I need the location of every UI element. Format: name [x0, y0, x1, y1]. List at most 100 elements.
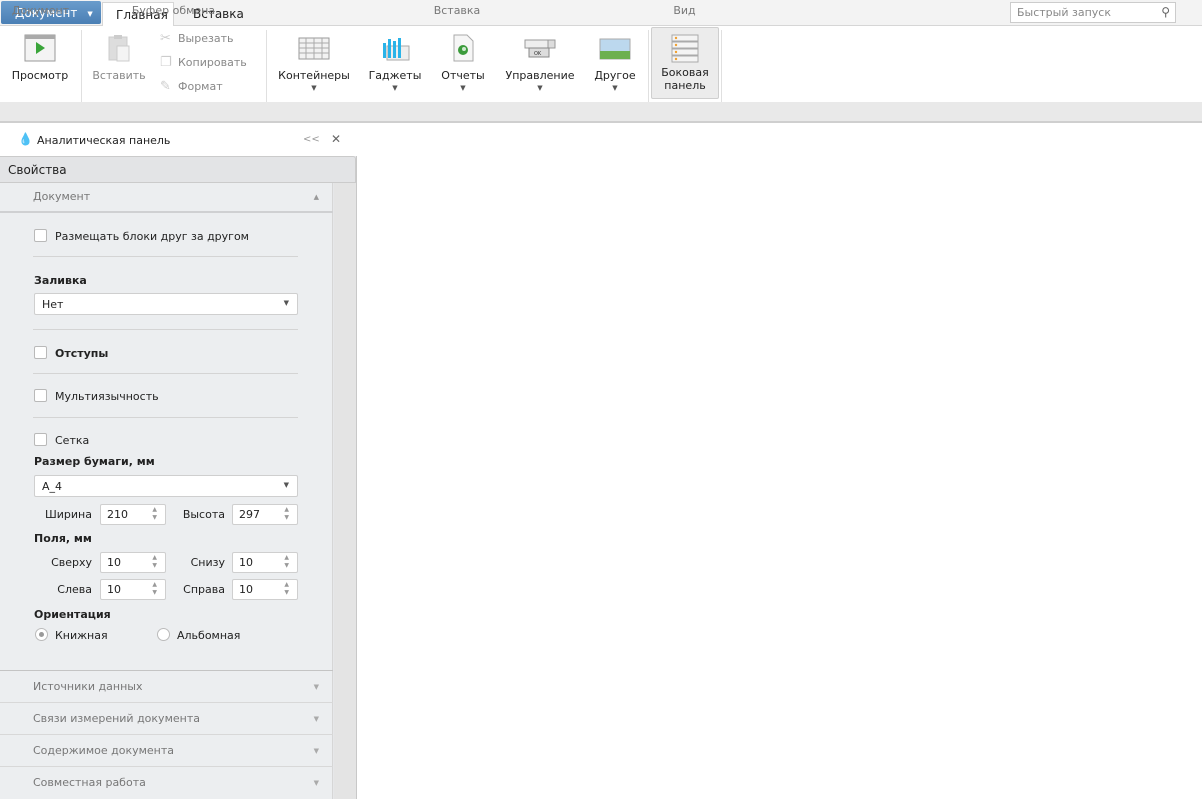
spinner-arrows-icon: ▲ ▼ — [152, 506, 157, 521]
divider — [33, 256, 298, 257]
format-button[interactable]: ✎ Формат — [160, 79, 223, 94]
scrollbar[interactable] — [334, 183, 356, 799]
section-title: Связи измерений документа — [33, 712, 200, 725]
fill-select[interactable]: Нет ▼ — [34, 293, 298, 315]
side-panel-label-1: Боковая — [661, 66, 709, 79]
chevron-down-icon: ▼ — [313, 779, 319, 787]
copy-icon: ❐ — [160, 55, 172, 70]
panel-header: 💧 Аналитическая панель << ✕ — [0, 125, 357, 156]
close-panel-button[interactable]: ✕ — [331, 132, 341, 146]
spinner-arrows-icon: ▲ ▼ — [152, 581, 157, 596]
chevron-down-icon: ▼ — [313, 683, 319, 691]
reports-label: Отчеты — [441, 69, 485, 82]
chevron-down-icon: ▼ — [313, 747, 319, 755]
margin-left-label: Слева — [57, 583, 92, 596]
paper-size-label: Размер бумаги, мм — [34, 455, 155, 468]
section-title: Документ — [33, 190, 91, 203]
chevron-down-icon: ▼ — [612, 84, 618, 92]
fill-label: Заливка — [34, 274, 87, 287]
copy-button[interactable]: ❐ Копировать — [160, 55, 247, 70]
tab-properties[interactable]: Свойства — [0, 156, 356, 183]
group-label-document: Документ — [11, 4, 70, 17]
multilang-checkbox[interactable] — [34, 389, 47, 402]
cut-label: Вырезать — [178, 32, 234, 45]
fill-value: Нет — [42, 298, 64, 311]
orientation-label: Ориентация — [34, 608, 111, 621]
paste-button[interactable]: Вставить — [88, 28, 150, 82]
section-document-header[interactable]: Документ ▲ — [0, 183, 333, 213]
chevron-down-icon: ▼ — [313, 715, 319, 723]
height-spinner[interactable]: 297 ▲ ▼ — [232, 504, 298, 525]
paper-size-select[interactable]: A_4 ▼ — [34, 475, 298, 497]
side-panel-button[interactable]: Боковая панель — [651, 27, 719, 99]
format-painter-icon: ✎ — [160, 79, 171, 94]
margin-top-label: Сверху — [51, 556, 92, 569]
margin-left-spinner[interactable]: 10 ▲ ▼ — [100, 579, 166, 600]
chevron-up-icon: ▲ — [313, 193, 319, 201]
document-canvas[interactable] — [358, 125, 1202, 799]
gadgets-button[interactable]: Гаджеты ▼ — [362, 28, 428, 92]
containers-label: Контейнеры — [278, 69, 350, 82]
margin-bottom-spinner[interactable]: 10 ▲ ▼ — [232, 552, 298, 573]
divider — [33, 373, 298, 374]
preview-button[interactable]: Просмотр — [6, 28, 74, 82]
paste-label: Вставить — [92, 69, 146, 82]
chevron-down-icon: ▼ — [537, 84, 543, 92]
spinner-arrows-icon: ▲ ▼ — [152, 554, 157, 569]
grid-checkbox[interactable] — [34, 433, 47, 446]
chevron-down-icon: ▼ — [311, 84, 317, 92]
image-icon — [599, 38, 631, 60]
width-spinner[interactable]: 210 ▲ ▼ — [100, 504, 166, 525]
margin-right-spinner[interactable]: 10 ▲ ▼ — [232, 579, 298, 600]
section-collaboration[interactable]: Совместная работа ▼ — [0, 766, 333, 798]
containers-button[interactable]: Контейнеры ▼ — [276, 28, 352, 92]
place-blocks-checkbox[interactable] — [34, 229, 47, 242]
group-label-clipboard: Буфер обмена — [131, 4, 216, 17]
other-label: Другое — [594, 69, 636, 82]
section-dimension-links[interactable]: Связи измерений документа ▼ — [0, 702, 333, 734]
margin-top-spinner[interactable]: 10 ▲ ▼ — [100, 552, 166, 573]
indents-checkbox[interactable] — [34, 346, 47, 359]
width-label: Ширина — [45, 508, 92, 521]
other-button[interactable]: Другое ▼ — [588, 28, 642, 92]
chevron-down-icon: ▼ — [460, 84, 466, 92]
margin-left-value: 10 — [107, 583, 121, 596]
height-value: 297 — [239, 508, 260, 521]
controls-icon: OK — [524, 39, 556, 58]
spinner-arrows-icon: ▲ ▼ — [284, 581, 289, 596]
quick-launch-search[interactable]: Быстрый запуск ⚲ — [1010, 2, 1176, 23]
panel-title: Аналитическая панель — [37, 134, 171, 147]
landscape-radio[interactable] — [157, 628, 170, 641]
portrait-radio[interactable] — [35, 628, 48, 641]
paper-size-value: A_4 — [42, 480, 63, 493]
divider — [33, 417, 298, 418]
preview-icon — [24, 34, 56, 62]
multilang-label: Мультиязычность — [55, 390, 159, 403]
chevron-down-icon: ▼ — [283, 481, 289, 489]
chevron-down-icon: ▼ — [392, 84, 398, 92]
height-label: Высота — [182, 508, 225, 521]
divider — [33, 329, 298, 330]
grid-label: Сетка — [55, 434, 90, 447]
gadgets-label: Гаджеты — [368, 69, 422, 82]
section-document-contents[interactable]: Содержимое документа ▼ — [0, 734, 333, 766]
section-data-sources[interactable]: Источники данных ▼ — [0, 670, 333, 702]
group-label-view: Вид — [673, 4, 696, 17]
copy-label: Копировать — [178, 56, 247, 69]
format-label: Формат — [178, 80, 223, 93]
spinner-arrows-icon: ▲ ▼ — [284, 506, 289, 521]
collapse-panel-button[interactable]: << — [303, 134, 320, 145]
scissors-icon: ✂ — [160, 31, 171, 46]
width-value: 210 — [107, 508, 128, 521]
svg-text:OK: OK — [534, 51, 542, 57]
controls-label: Управление — [505, 69, 575, 82]
report-document-icon — [453, 34, 474, 62]
reports-button[interactable]: Отчеты ▼ — [436, 28, 490, 92]
chart-gadget-icon — [383, 38, 410, 61]
margin-bottom-value: 10 — [239, 556, 253, 569]
controls-button[interactable]: OK Управление ▼ — [502, 28, 578, 92]
spinner-arrows-icon: ▲ ▼ — [284, 554, 289, 569]
drop-icon: 💧 — [18, 132, 33, 146]
section-title: Содержимое документа — [33, 744, 175, 757]
cut-button[interactable]: ✂ Вырезать — [160, 31, 233, 46]
